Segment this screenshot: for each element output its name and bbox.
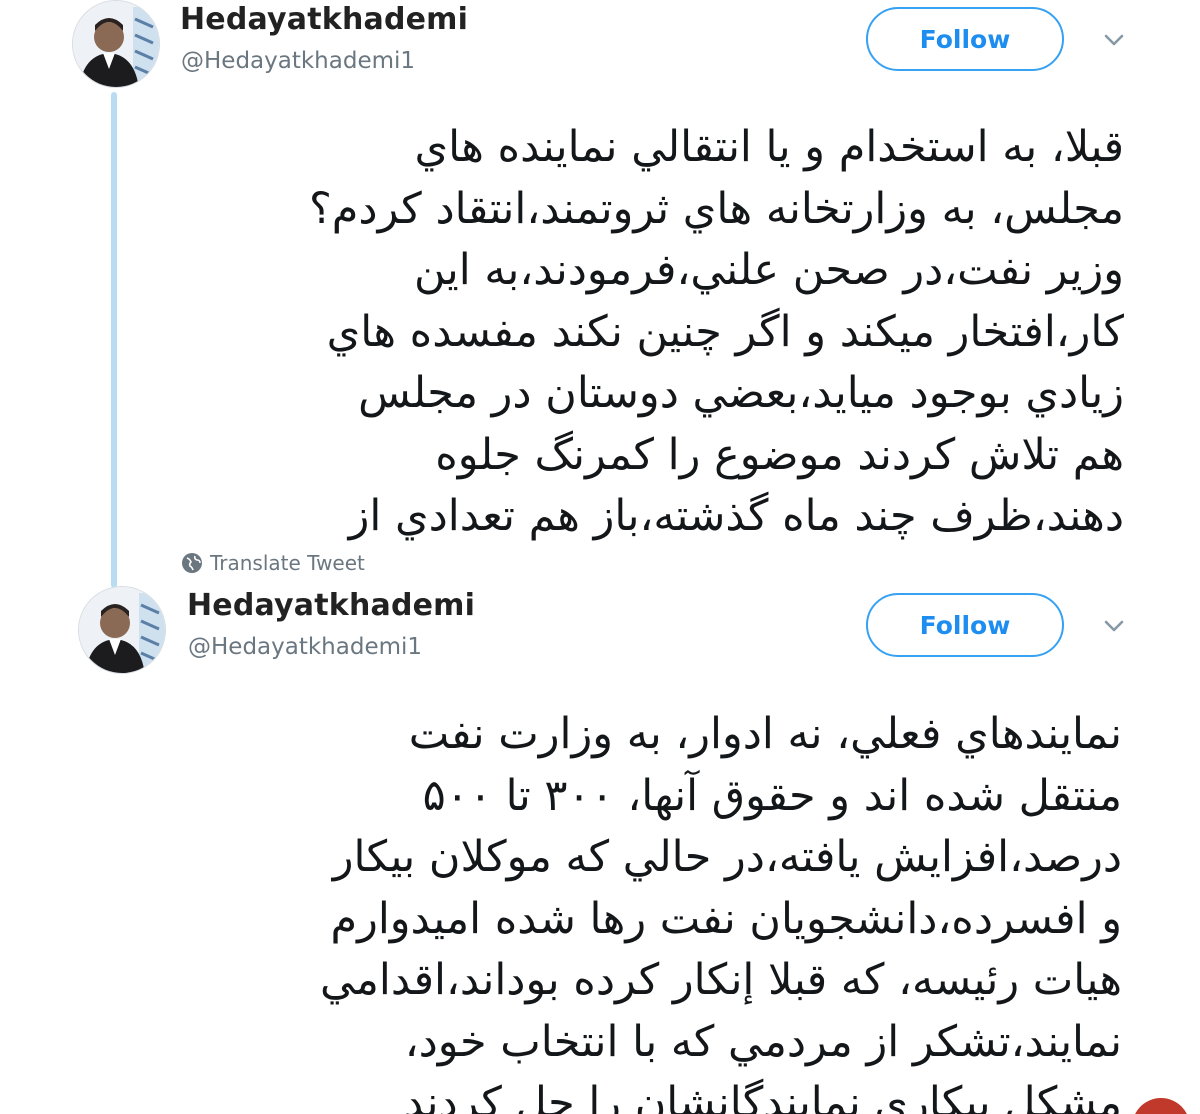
avatar-photo-icon bbox=[79, 587, 165, 673]
tweet: Hedayatkhademi @Hedayatkhademi1 Follow ن… bbox=[0, 586, 1200, 1114]
tweet-text-line: دهند،ظرف چند ماه گذشته،باز هم تعدادي از bbox=[348, 491, 1124, 541]
tweet-text-line: نمايندهاي فعلي، نه ادوار، به وزارت نفت bbox=[408, 709, 1122, 759]
tweet-text-line: و افسرده،دانشجويان نفت رها شده اميدوارم bbox=[330, 893, 1122, 944]
thread-connector-line bbox=[111, 92, 117, 588]
tweet-text-line: قبلا، به استخدام و يا انتقالي نماينده ها… bbox=[414, 122, 1124, 172]
tweet: Hedayatkhademi @Hedayatkhademi1 Follow ق… bbox=[0, 0, 1200, 592]
tweet-text-line: نمايند،تشكر از مردمي كه با انتخاب خود، bbox=[404, 1016, 1122, 1067]
avatar[interactable] bbox=[72, 0, 160, 88]
follow-button[interactable]: Follow bbox=[866, 7, 1064, 71]
tweet-text-line: درصد،افزايش يافته،در حالي كه موكلان بيكا… bbox=[332, 832, 1122, 882]
display-name[interactable]: Hedayatkhademi bbox=[187, 588, 475, 623]
tweet-text-line: كار،افتخار ميكند و اگر چنين نكند مفسده ه… bbox=[326, 306, 1124, 357]
tweet-text-line: هم تلاش كردند موضوع را كمرنگ جلوه bbox=[435, 429, 1124, 480]
tweet-text-line: مجلس، به وزارتخانه هاي ثروتمند،انتقاد كر… bbox=[308, 183, 1124, 234]
translate-label: Translate Tweet bbox=[210, 551, 365, 575]
tweet-text-line: وزير نفت،در صحن علني،فرمودند،به اين bbox=[414, 245, 1124, 295]
tweet-text: قبلا، به استخدام و يا انتقالي نماينده ها… bbox=[309, 117, 1124, 548]
user-handle[interactable]: @Hedayatkhademi1 bbox=[188, 634, 422, 660]
chevron-down-icon[interactable] bbox=[1101, 613, 1127, 639]
tweet-text-line: مشكل بيكاري نمايندگانشان را حل كردند bbox=[403, 1078, 1122, 1114]
globe-icon bbox=[182, 553, 202, 573]
display-name[interactable]: Hedayatkhademi bbox=[180, 2, 468, 37]
follow-button[interactable]: Follow bbox=[866, 593, 1064, 657]
tweet-text-line: منتقل شده اند و حقوق آنها، ۳۰۰ تا ۵۰۰ bbox=[422, 770, 1122, 821]
chevron-down-icon[interactable] bbox=[1101, 27, 1127, 53]
tweet-text: نمايندهاي فعلي، نه ادوار، به وزارت نفت م… bbox=[320, 704, 1122, 1114]
tweet-text-line: هيات رئيسه، كه قبلا إنكار كرده بوداند،اق… bbox=[320, 955, 1122, 1005]
translate-tweet-link[interactable]: Translate Tweet bbox=[181, 551, 365, 575]
tweet-text-line: زيادي بوجود ميايد،بعضي دوستان در مجلس bbox=[358, 368, 1124, 418]
avatar[interactable] bbox=[78, 586, 166, 674]
user-handle[interactable]: @Hedayatkhademi1 bbox=[181, 48, 415, 74]
twitter-thread-screenshot: Hedayatkhademi @Hedayatkhademi1 Follow ق… bbox=[0, 0, 1200, 1114]
avatar-photo-icon bbox=[73, 1, 159, 87]
